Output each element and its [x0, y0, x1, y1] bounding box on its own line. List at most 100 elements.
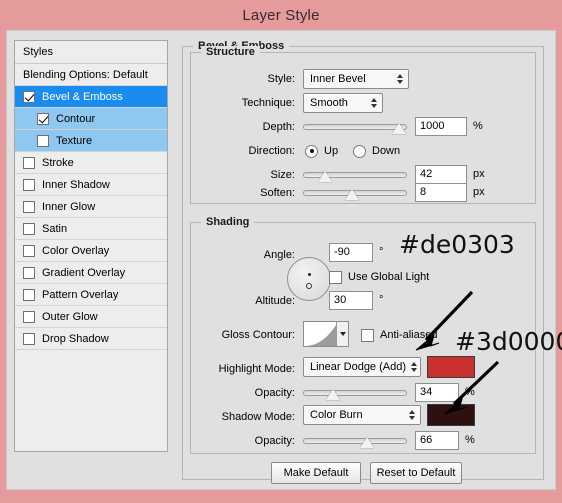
structure-group-title: Structure — [201, 46, 260, 58]
angle-dial-center-dot — [307, 273, 311, 277]
annotation-arrow-to-shadow-swatch — [443, 360, 500, 415]
sidebar-item-label: Color Overlay — [42, 244, 110, 257]
sidebar-item-blending-options-default[interactable]: Blending Options: Default — [15, 64, 167, 86]
soften-slider-thumb[interactable] — [344, 189, 359, 200]
shadow-opacity-slider[interactable] — [303, 433, 407, 449]
checkbox-icon[interactable] — [23, 310, 35, 323]
sidebar-item-inner-glow[interactable]: Inner Glow — [15, 196, 167, 218]
sidebar-item-label: Blending Options: Default — [23, 68, 148, 81]
soften-input[interactable]: 8 — [415, 183, 467, 202]
sidebar-item-bevel-emboss[interactable]: Bevel & Emboss — [15, 86, 167, 108]
sidebar-item-color-overlay[interactable]: Color Overlay — [15, 240, 167, 262]
soften-unit: px — [473, 186, 485, 198]
gloss-contour-preview[interactable] — [303, 321, 349, 347]
reset-to-default-button[interactable]: Reset to Default — [370, 462, 462, 484]
checkbox-icon[interactable] — [23, 332, 35, 345]
technique-select[interactable]: Smooth — [303, 93, 383, 113]
shadow-opacity-input[interactable]: 66 — [415, 431, 459, 450]
page-title: Layer Style — [242, 6, 320, 24]
angle-unit: ° — [379, 246, 384, 258]
angle-dial-handle[interactable] — [306, 283, 312, 290]
sidebar-item-inner-shadow[interactable]: Inner Shadow — [15, 174, 167, 196]
technique-label: Technique: — [241, 97, 295, 109]
sidebar-item-contour[interactable]: Contour — [15, 108, 167, 130]
shadow-mode-select[interactable]: Color Burn — [303, 405, 421, 425]
structure-group: Structure Style: Inner Bevel Technique: … — [190, 46, 536, 204]
sidebar-item-drop-shadow[interactable]: Drop Shadow — [15, 328, 167, 350]
size-slider[interactable] — [303, 167, 407, 183]
depth-slider-thumb[interactable] — [391, 123, 406, 134]
highlight-mode-value: Linear Dodge (Add) — [310, 361, 407, 373]
sidebar-item-label: Drop Shadow — [42, 332, 109, 345]
checkbox-icon[interactable] — [23, 156, 35, 169]
gloss-contour-curve-icon — [304, 322, 336, 346]
highlight-opacity-thumb[interactable] — [326, 389, 341, 400]
shadow-mode-label: Shadow Mode: — [221, 411, 295, 423]
highlight-opacity-track — [303, 390, 407, 396]
shadow-mode-value: Color Burn — [310, 409, 363, 421]
checkbox-icon[interactable] — [23, 178, 35, 191]
technique-select-value: Smooth — [310, 97, 348, 109]
shading-group-title: Shading — [201, 216, 255, 228]
altitude-input[interactable]: 30 — [329, 291, 373, 310]
sidebar-item-label: Texture — [56, 134, 93, 147]
shadow-opacity-unit: % — [465, 434, 475, 446]
checkbox-icon[interactable] — [23, 288, 35, 301]
checkbox-icon[interactable] — [37, 134, 49, 147]
checkbox-icon[interactable] — [23, 222, 35, 235]
style-select[interactable]: Inner Bevel — [303, 69, 409, 89]
sidebar-item-pattern-overlay[interactable]: Pattern Overlay — [15, 284, 167, 306]
chevron-updown-icon[interactable] — [368, 95, 380, 111]
checkbox-icon — [361, 328, 374, 342]
highlight-mode-select[interactable]: Linear Dodge (Add) — [303, 357, 421, 377]
soften-label: Soften: — [260, 187, 295, 199]
sidebar-item-stroke[interactable]: Stroke — [15, 152, 167, 174]
highlight-mode-label: Highlight Mode: — [218, 363, 295, 375]
shadow-opacity-thumb[interactable] — [360, 437, 375, 448]
gloss-contour-dropdown-button[interactable] — [336, 322, 348, 346]
depth-input[interactable]: 1000 — [415, 117, 467, 136]
sidebar-item-label: Inner Shadow — [42, 178, 110, 191]
sidebar-item-label: Contour — [56, 112, 96, 125]
radio-off-icon — [353, 144, 366, 158]
soften-slider[interactable] — [303, 185, 407, 201]
annotation-arrow-to-highlight-swatch — [415, 290, 474, 351]
checkbox-icon[interactable] — [23, 200, 35, 213]
direction-down-label: Down — [372, 145, 401, 157]
styles-sidebar-header: Styles — [15, 41, 167, 64]
checkbox-icon[interactable] — [23, 244, 35, 257]
chevron-updown-icon[interactable] — [394, 71, 406, 87]
direction-down-radio[interactable]: Down — [353, 141, 400, 161]
style-select-value: Inner Bevel — [310, 73, 366, 85]
angle-label: Angle: — [263, 249, 295, 261]
sidebar-item-label: Outer Glow — [42, 310, 98, 323]
checkbox-checked-icon[interactable] — [23, 90, 35, 103]
sidebar-item-outer-glow[interactable]: Outer Glow — [15, 306, 167, 328]
direction-up-radio[interactable]: Up — [305, 141, 338, 161]
size-unit: px — [473, 168, 485, 180]
depth-slider[interactable] — [303, 119, 407, 135]
checkbox-checked-icon[interactable] — [37, 112, 49, 125]
chevron-updown-icon[interactable] — [406, 407, 418, 423]
altitude-unit: ° — [379, 294, 384, 306]
use-global-light-checkbox[interactable]: Use Global Light — [329, 267, 429, 287]
shadow-opacity-track — [303, 438, 407, 444]
size-input[interactable]: 42 — [415, 165, 467, 184]
angle-input[interactable]: -90 — [329, 243, 373, 262]
styles-list[interactable]: Blending Options: Default Bevel & Emboss C… — [15, 64, 167, 350]
styles-sidebar: Styles Blending Options: Default Bevel & … — [14, 40, 168, 452]
sidebar-item-texture[interactable]: Texture — [15, 130, 167, 152]
highlight-opacity-slider[interactable] — [303, 385, 407, 401]
chevron-updown-icon[interactable] — [410, 359, 418, 375]
sidebar-item-gradient-overlay[interactable]: Gradient Overlay — [15, 262, 167, 284]
make-default-button[interactable]: Make Default — [271, 462, 361, 484]
checkbox-icon[interactable] — [23, 266, 35, 279]
sidebar-item-satin[interactable]: Satin — [15, 218, 167, 240]
style-label: Style: — [267, 73, 295, 85]
shadow-opacity-label: Opacity: — [254, 435, 295, 447]
chevron-down-icon — [339, 332, 346, 336]
gloss-contour-label: Gloss Contour: — [221, 329, 295, 341]
sidebar-item-label: Pattern Overlay — [42, 288, 119, 301]
size-slider-thumb[interactable] — [317, 171, 332, 182]
checkbox-icon — [329, 270, 342, 284]
